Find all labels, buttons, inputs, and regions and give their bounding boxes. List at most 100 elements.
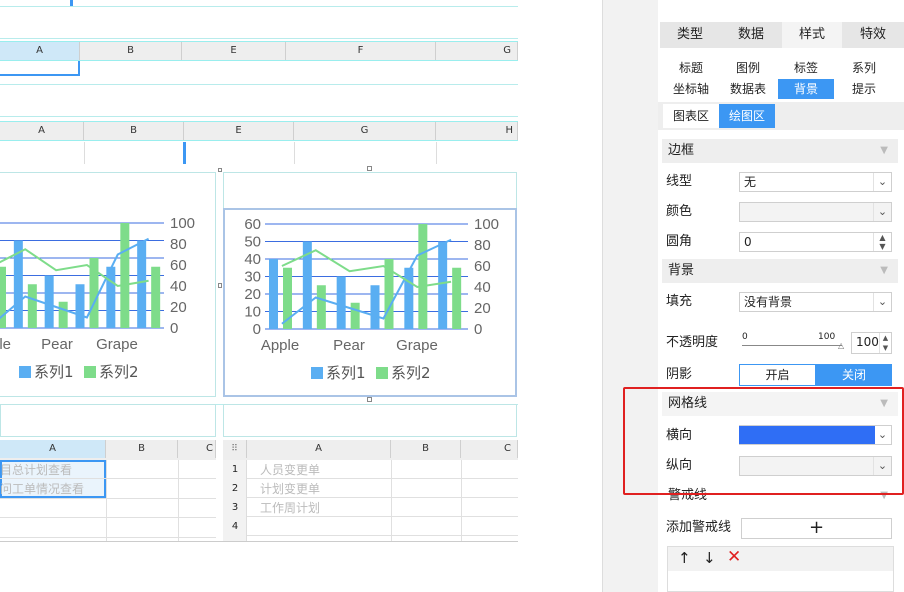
cell-value[interactable]: 工作周计划 <box>260 499 320 516</box>
column-header[interactable]: F <box>286 42 436 60</box>
bar <box>137 240 147 328</box>
radius-stepper[interactable]: 0 ▲ ▼ <box>739 232 892 252</box>
stepper-arrows-icon[interactable]: ▲ ▼ <box>873 233 891 251</box>
row-number[interactable]: 1 <box>223 460 247 479</box>
subtab-title[interactable]: 标题 <box>663 58 719 78</box>
bar <box>44 275 54 328</box>
bar <box>27 284 37 328</box>
column-header[interactable]: C <box>178 440 216 458</box>
bar <box>0 266 6 328</box>
y2-tick-label: 60 <box>170 257 187 274</box>
subtab-datatable[interactable]: 数据表 <box>720 79 776 99</box>
arrow-down-icon[interactable]: ↓ <box>703 549 716 567</box>
column-header[interactable]: E <box>184 122 294 140</box>
selected-cell[interactable] <box>0 61 80 76</box>
section-background-header[interactable]: 背景 ▼ <box>662 259 898 283</box>
subtab-tooltip[interactable]: 提示 <box>836 79 892 99</box>
column-header[interactable]: A <box>247 440 391 458</box>
line-type-select[interactable]: 无 ⌄ <box>739 172 892 192</box>
canvas-edge <box>0 541 518 542</box>
column-header-row: A B C <box>0 440 216 460</box>
resize-handle[interactable] <box>218 283 222 288</box>
y-tick-label: 40 <box>244 251 261 268</box>
subtab-legend[interactable]: 图例 <box>720 58 776 78</box>
legend-swatch <box>19 366 31 378</box>
border-color-select[interactable]: ⌄ <box>739 202 892 222</box>
panel-strip <box>602 0 658 592</box>
chevron-down-icon[interactable]: ⌄ <box>873 203 891 221</box>
chart-right[interactable]: 6050403020100100806040200Apple Pear Grape系… <box>225 210 515 395</box>
cell-value[interactable]: 目总计划查看 <box>0 461 72 478</box>
opacity-stepper[interactable]: 100 ▲ ▼ <box>851 332 892 354</box>
slider-thumb-icon[interactable]: △ <box>838 341 844 350</box>
column-header[interactable]: B <box>106 440 178 458</box>
column-header[interactable]: A <box>0 440 106 458</box>
resize-handle[interactable] <box>367 166 372 171</box>
column-header[interactable]: A <box>0 42 80 60</box>
shadow-off-toggle[interactable]: 关闭 <box>816 364 892 386</box>
subtab-label[interactable]: 标签 <box>778 58 834 78</box>
row-number[interactable]: 3 <box>223 498 247 517</box>
col-divider <box>461 460 462 542</box>
chevron-down-icon[interactable]: ⌄ <box>873 293 891 311</box>
add-alert-button[interactable]: + <box>741 518 892 539</box>
section-border-header[interactable]: 边框 ▼ <box>662 139 898 163</box>
arrow-up-icon[interactable]: ↑ <box>678 549 691 567</box>
column-header[interactable]: H <box>436 122 518 140</box>
legend-label: 系列2 <box>391 364 431 382</box>
column-header[interactable]: G <box>436 42 518 60</box>
bar <box>370 285 380 329</box>
column-header[interactable]: B <box>80 42 182 60</box>
chevron-down-icon[interactable]: ⌄ <box>873 173 891 191</box>
opacity-slider-track[interactable] <box>742 345 842 346</box>
chevron-down-icon[interactable]: ▼ <box>880 259 888 283</box>
grid-dots-icon[interactable]: ⠿ <box>223 440 247 458</box>
bar <box>452 267 462 329</box>
bar <box>151 266 161 328</box>
chart-container-left[interactable]: 100 80 60 40 20 0 ple Pear Grape 系列1 系列2 <box>0 172 216 397</box>
cell-value[interactable]: 问工单情况查看 <box>0 480 84 497</box>
subtab-axis[interactable]: 坐标轴 <box>663 79 719 99</box>
radius-label: 圆角 <box>666 234 693 249</box>
chart-container-right[interactable]: 60 50 40 30 20 10 0 100 80 60 40 20 0 Apple Pear Grape 系… <box>223 208 517 397</box>
legend-label: 系列2 <box>99 363 139 381</box>
column-header[interactable]: A <box>0 122 84 140</box>
resize-handle[interactable] <box>367 397 372 402</box>
shadow-on-toggle[interactable]: 开启 <box>739 364 816 386</box>
x-tick-label: Pear <box>333 337 365 354</box>
y2-tick-label: 20 <box>170 299 187 316</box>
area-tab-chart[interactable]: 图表区 <box>663 104 719 128</box>
y-tick-label: 0 <box>253 321 261 338</box>
delete-icon[interactable]: ✕ <box>727 547 741 567</box>
cell-value[interactable]: 人员变更单 <box>260 461 320 478</box>
area-tab-plot[interactable]: 绘图区 <box>719 104 775 128</box>
tab-type[interactable]: 类型 <box>660 22 720 48</box>
tab-style[interactable]: 样式 <box>782 22 842 48</box>
fill-select[interactable]: 没有背景 ⌄ <box>739 292 892 312</box>
chevron-down-icon[interactable]: ▼ <box>880 139 888 163</box>
column-header[interactable]: B <box>84 122 184 140</box>
column-header[interactable]: E <box>182 42 286 60</box>
tab-data[interactable]: 数据 <box>720 22 782 48</box>
column-header[interactable]: G <box>294 122 436 140</box>
section-title: 背景 <box>668 263 695 278</box>
cell-value[interactable]: 计划变更单 <box>260 480 320 497</box>
column-header[interactable]: C <box>461 440 518 458</box>
fill-value: 没有背景 <box>744 295 793 309</box>
line-type-label: 线型 <box>666 174 693 189</box>
subtab-series[interactable]: 系列 <box>836 58 892 78</box>
legend-label: 系列1 <box>34 363 74 381</box>
resize-handle[interactable] <box>218 168 222 172</box>
chart-left[interactable]: 100 80 60 40 20 0 ple Pear Grape 系列1 系列2 <box>0 173 215 396</box>
row-number[interactable]: 4 <box>223 517 247 536</box>
subtab-background[interactable]: 背景 <box>778 79 834 99</box>
row-number[interactable]: 2 <box>223 479 247 498</box>
sheet-canvas[interactable]: A B E F G A B E G H 100806040200plePearG… <box>0 0 518 542</box>
y2-tick-label: 60 <box>474 258 491 275</box>
stepper-arrows-icon[interactable]: ▲ ▼ <box>879 333 891 353</box>
column-header-row: A B E F G <box>0 41 518 61</box>
y-tick-label: 10 <box>244 304 261 321</box>
y-tick-label: 60 <box>244 216 261 233</box>
tab-effects[interactable]: 特效 <box>842 22 904 48</box>
column-header[interactable]: B <box>391 440 461 458</box>
